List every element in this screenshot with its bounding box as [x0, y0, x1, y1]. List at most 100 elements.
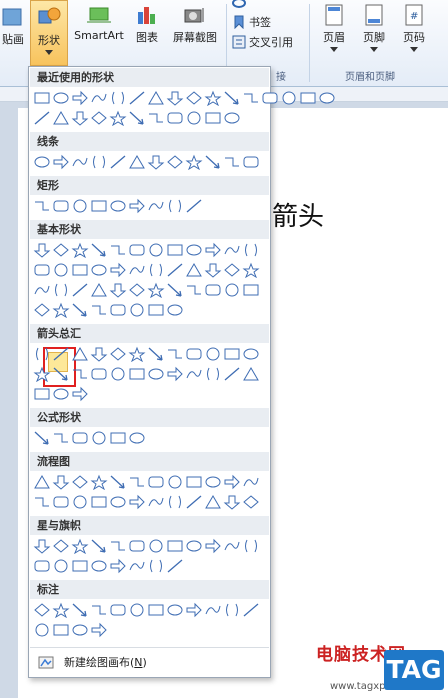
shape-item[interactable]	[185, 154, 204, 170]
shape-item[interactable]	[33, 538, 52, 554]
shape-item[interactable]	[109, 558, 128, 574]
shape-item[interactable]	[71, 622, 90, 638]
shape-item[interactable]	[71, 154, 90, 170]
shape-item[interactable]	[166, 558, 185, 574]
shape-item[interactable]	[90, 262, 109, 278]
shape-item[interactable]	[52, 430, 71, 446]
shape-item[interactable]	[166, 302, 185, 318]
shape-item[interactable]	[109, 154, 128, 170]
hyperlink-button-partial[interactable]	[232, 0, 246, 9]
shape-item[interactable]	[204, 538, 223, 554]
shape-item[interactable]	[223, 366, 242, 382]
shape-item[interactable]	[223, 602, 242, 618]
shape-item[interactable]	[52, 242, 71, 258]
shape-item[interactable]	[204, 154, 223, 170]
shape-item[interactable]	[90, 558, 109, 574]
shape-item[interactable]	[166, 154, 185, 170]
shape-item[interactable]	[52, 282, 71, 298]
shape-item[interactable]	[128, 262, 147, 278]
screenshot-button[interactable]: 屏幕截图	[168, 4, 222, 45]
shape-item[interactable]	[109, 242, 128, 258]
shape-item[interactable]	[204, 366, 223, 382]
shape-item[interactable]	[242, 90, 261, 106]
shape-item[interactable]	[166, 538, 185, 554]
shape-item[interactable]	[52, 262, 71, 278]
shape-item[interactable]	[33, 154, 52, 170]
shape-item[interactable]	[33, 282, 52, 298]
smartart-button[interactable]: SmartArt	[72, 4, 126, 42]
shape-item[interactable]	[166, 494, 185, 510]
shape-item[interactable]	[90, 110, 109, 126]
shape-item[interactable]	[223, 538, 242, 554]
shape-item[interactable]	[128, 154, 147, 170]
shape-item[interactable]	[261, 90, 280, 106]
shape-item[interactable]	[242, 242, 261, 258]
shape-item[interactable]	[33, 110, 52, 126]
shape-item[interactable]	[52, 346, 71, 362]
shape-item[interactable]	[90, 302, 109, 318]
shape-item[interactable]	[109, 198, 128, 214]
shape-item[interactable]	[185, 110, 204, 126]
shape-item[interactable]	[223, 474, 242, 490]
shape-item[interactable]	[71, 262, 90, 278]
shape-item[interactable]	[109, 90, 128, 106]
shape-item[interactable]	[147, 282, 166, 298]
shape-item[interactable]	[280, 90, 299, 106]
shape-item[interactable]	[71, 282, 90, 298]
shape-item[interactable]	[33, 494, 52, 510]
shape-item[interactable]	[242, 262, 261, 278]
shape-item[interactable]	[223, 262, 242, 278]
shape-item[interactable]	[71, 366, 90, 382]
shape-item[interactable]	[147, 494, 166, 510]
shape-item[interactable]	[147, 110, 166, 126]
shape-item[interactable]	[242, 538, 261, 554]
new-canvas-item[interactable]: 新建绘图画布(N)	[30, 647, 269, 676]
shape-item[interactable]	[166, 90, 185, 106]
shape-item[interactable]	[128, 242, 147, 258]
shape-item[interactable]	[166, 366, 185, 382]
shape-item[interactable]	[223, 90, 242, 106]
shape-item[interactable]	[185, 242, 204, 258]
shapes-button[interactable]: 形状	[30, 0, 68, 66]
shape-item[interactable]	[166, 346, 185, 362]
shape-item[interactable]	[90, 154, 109, 170]
shape-item[interactable]	[128, 110, 147, 126]
shape-item[interactable]	[90, 430, 109, 446]
shape-item[interactable]	[147, 90, 166, 106]
shape-item[interactable]	[71, 474, 90, 490]
shape-item[interactable]	[166, 282, 185, 298]
shape-item[interactable]	[33, 302, 52, 318]
shape-item[interactable]	[185, 346, 204, 362]
shape-item[interactable]	[71, 494, 90, 510]
shape-item[interactable]	[52, 622, 71, 638]
shape-item[interactable]	[166, 110, 185, 126]
shape-item[interactable]	[33, 430, 52, 446]
shape-item[interactable]	[52, 366, 71, 382]
shape-item[interactable]	[90, 494, 109, 510]
shape-item[interactable]	[242, 474, 261, 490]
shape-item[interactable]	[90, 90, 109, 106]
shape-item[interactable]	[223, 494, 242, 510]
shape-item[interactable]	[147, 558, 166, 574]
shape-item[interactable]	[109, 430, 128, 446]
shape-item[interactable]	[128, 302, 147, 318]
cross-reference-button[interactable]: 交叉引用	[232, 34, 293, 50]
shape-item[interactable]	[185, 494, 204, 510]
shape-item[interactable]	[204, 262, 223, 278]
clip-art-button[interactable]: 贴画	[0, 6, 26, 47]
shape-item[interactable]	[223, 282, 242, 298]
shape-item[interactable]	[33, 386, 52, 402]
shape-item[interactable]	[33, 474, 52, 490]
shape-item[interactable]	[33, 242, 52, 258]
shape-item[interactable]	[204, 346, 223, 362]
bookmark-button[interactable]: 书签	[232, 14, 271, 30]
shape-item[interactable]	[166, 602, 185, 618]
shape-item[interactable]	[109, 602, 128, 618]
shape-item[interactable]	[242, 154, 261, 170]
shape-item[interactable]	[109, 474, 128, 490]
shape-item[interactable]	[71, 90, 90, 106]
shape-item[interactable]	[52, 302, 71, 318]
shape-item[interactable]	[204, 90, 223, 106]
shape-item[interactable]	[147, 242, 166, 258]
footer-button[interactable]: 页脚	[356, 4, 392, 53]
